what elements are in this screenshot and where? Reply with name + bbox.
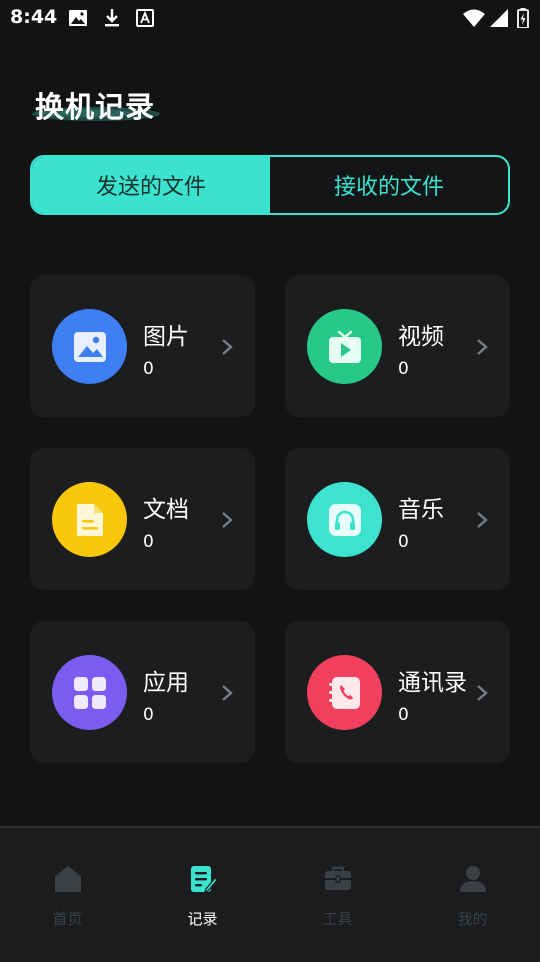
chevron-right-icon <box>222 685 233 701</box>
nav-records[interactable]: 记录 <box>135 828 270 962</box>
download-icon <box>102 8 122 32</box>
image-icon <box>52 309 127 384</box>
headphones-icon <box>307 482 382 557</box>
category-label: 文档 <box>143 497 189 523</box>
home-icon <box>55 866 81 892</box>
nav-label: 工具 <box>322 910 353 928</box>
chevron-right-icon <box>222 512 233 528</box>
category-card-music[interactable]: 音乐 0 <box>285 448 510 590</box>
chevron-right-icon <box>477 685 488 701</box>
category-count: 0 <box>143 359 154 379</box>
signal-icon <box>489 8 509 32</box>
category-card-apps[interactable]: 应用 0 <box>30 621 255 763</box>
category-card-contacts[interactable]: 通讯录 0 <box>285 621 510 763</box>
bottom-nav: 首页 记录 工具 我的 <box>0 826 540 962</box>
nav-home[interactable]: 首页 <box>0 828 135 962</box>
font-icon <box>135 8 155 32</box>
category-label: 视频 <box>398 324 444 350</box>
record-icon <box>191 866 218 893</box>
category-count: 0 <box>143 705 154 725</box>
status-bar: 8:44 <box>0 0 540 36</box>
category-card-videos[interactable]: 视频 0 <box>285 275 510 417</box>
category-card-documents[interactable]: 文档 0 <box>30 448 255 590</box>
category-count: 0 <box>143 532 154 552</box>
chevron-right-icon <box>477 512 488 528</box>
image-icon <box>68 8 88 32</box>
nav-label: 首页 <box>52 910 83 928</box>
tab-received-files[interactable]: 接收的文件 <box>270 157 508 213</box>
chevron-right-icon <box>477 339 488 355</box>
page-title-area: 换机记录 <box>32 82 172 132</box>
page-title: 换机记录 <box>35 90 156 124</box>
nav-mine[interactable]: 我的 <box>405 828 540 962</box>
file-direction-tabs: 发送的文件 接收的文件 <box>30 155 510 215</box>
category-label: 应用 <box>143 670 189 696</box>
category-label: 音乐 <box>398 497 444 523</box>
apps-grid-icon <box>52 655 127 730</box>
battery-icon <box>517 8 529 32</box>
category-label: 通讯录 <box>398 670 467 696</box>
category-card-images[interactable]: 图片 0 <box>30 275 255 417</box>
category-count: 0 <box>398 705 409 725</box>
toolbox-icon <box>325 866 351 890</box>
nav-label: 我的 <box>457 910 488 928</box>
category-count: 0 <box>398 359 409 379</box>
tv-play-icon <box>307 309 382 384</box>
category-label: 图片 <box>143 324 189 350</box>
nav-label: 记录 <box>187 910 218 928</box>
nav-tools[interactable]: 工具 <box>270 828 405 962</box>
status-time: 8:44 <box>10 6 58 28</box>
contacts-book-icon <box>307 655 382 730</box>
tab-sent-files[interactable]: 发送的文件 <box>32 157 270 213</box>
user-icon <box>460 866 486 892</box>
wifi-icon <box>462 8 486 32</box>
document-icon <box>52 482 127 557</box>
category-count: 0 <box>398 532 409 552</box>
chevron-right-icon <box>222 339 233 355</box>
